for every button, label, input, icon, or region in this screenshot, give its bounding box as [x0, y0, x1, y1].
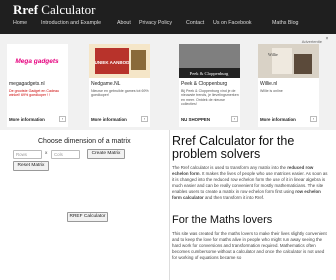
ad-card-peek-cloppenburg[interactable]: Peek & Cloppenburg Peek & Cloppenburg Bi… [179, 44, 240, 127]
chevron-right-icon[interactable]: › [59, 116, 66, 122]
chevron-right-icon[interactable]: › [310, 116, 317, 122]
rref-calculator-button[interactable]: RREF Calculator [67, 212, 108, 222]
article-content: Rref Calculator for the problem solvers … [172, 130, 334, 280]
ad-description: Bij Peek & Cloppenburg vind je de nieuws… [181, 89, 239, 107]
ad-title: Willie.nl [260, 81, 278, 87]
ad-banner-text: UNIEK AANBOD [95, 60, 131, 65]
ad-title: Nedgame.NL [91, 81, 121, 87]
nav-introduction[interactable]: Introduction and Example [41, 20, 101, 26]
section-heading: For the Maths lovers [172, 214, 273, 226]
ad-image: Willie [258, 44, 319, 78]
ad-logo-text: Willie [268, 52, 278, 57]
ad-title: megagadgets.nl [9, 81, 45, 87]
nav-contact[interactable]: Contact [186, 20, 204, 26]
nav-about[interactable]: About [117, 20, 131, 26]
nav-home[interactable]: Home [13, 20, 27, 26]
main-nav: Home Introduction and Example About Priv… [0, 20, 336, 32]
matrix-panel: Choose dimension of a matrix Rows x Cols… [0, 130, 168, 280]
chevron-right-icon[interactable]: › [231, 116, 238, 122]
nav-maths-blog[interactable]: Maths Blog [272, 20, 299, 26]
rows-input[interactable]: Rows [13, 150, 42, 159]
ad-card-nedgame[interactable]: UNIEK AANBOD Nedgame.NL Nieuwe en gebrui… [89, 44, 150, 127]
ad-more-link[interactable]: More information [91, 117, 127, 122]
ad-image: Peek & Cloppenburg [179, 44, 240, 78]
times-separator: x [45, 151, 48, 156]
ad-description: De grootste Gadget en Cadeau winkel! 69%… [9, 89, 59, 98]
ad-title: Peek & Cloppenburg [181, 81, 228, 87]
site-logo[interactable]: Rref Calculator [13, 2, 95, 18]
ad-card-megagadgets[interactable]: Mega gadgets megagadgets.nl De grootste … [7, 44, 68, 127]
ad-image: UNIEK AANBOD [89, 44, 150, 78]
maths-lovers-paragraph: This site was created for the maths love… [172, 231, 327, 260]
matrix-dimension-title: Choose dimension of a matrix [38, 138, 131, 145]
ad-logo-text: Mega gadgets [15, 58, 59, 65]
top-navbar: Rref Calculator Home Introduction and Ex… [0, 0, 336, 34]
ad-image: Mega gadgets [7, 44, 68, 78]
ad-close-icon[interactable]: × [324, 36, 330, 42]
nav-facebook[interactable]: Us on Facebook [213, 20, 252, 26]
panel-divider [169, 130, 170, 280]
page-title: Rref Calculator for the problem solvers [172, 134, 295, 161]
intro-paragraph: The Rref calculator is used to transform… [172, 165, 328, 200]
ad-more-link[interactable]: More information [260, 117, 296, 122]
reset-matrix-button[interactable]: Reset Matrix [13, 161, 49, 171]
ad-shop-link[interactable]: NU SHOPPEN [181, 117, 210, 122]
ad-card-willie[interactable]: Willie Willie.nl Willie is online More i… [258, 44, 319, 127]
ad-logo-text: Peek & Cloppenburg [190, 71, 229, 76]
ad-description: Nieuwe en gebruikte games tot 69% goedko… [91, 89, 149, 98]
ad-more-link[interactable]: More information [9, 117, 45, 122]
ad-description: Willie is online [260, 89, 283, 93]
nav-privacy-policy[interactable]: Privacy Policy [139, 20, 172, 26]
ad-banner: Advertentie × Mega gadgets megagadgets.n… [0, 34, 336, 130]
cols-input[interactable]: Cols [51, 150, 80, 159]
create-matrix-button[interactable]: Create Matrix [87, 149, 125, 159]
chevron-right-icon[interactable]: › [141, 116, 148, 122]
